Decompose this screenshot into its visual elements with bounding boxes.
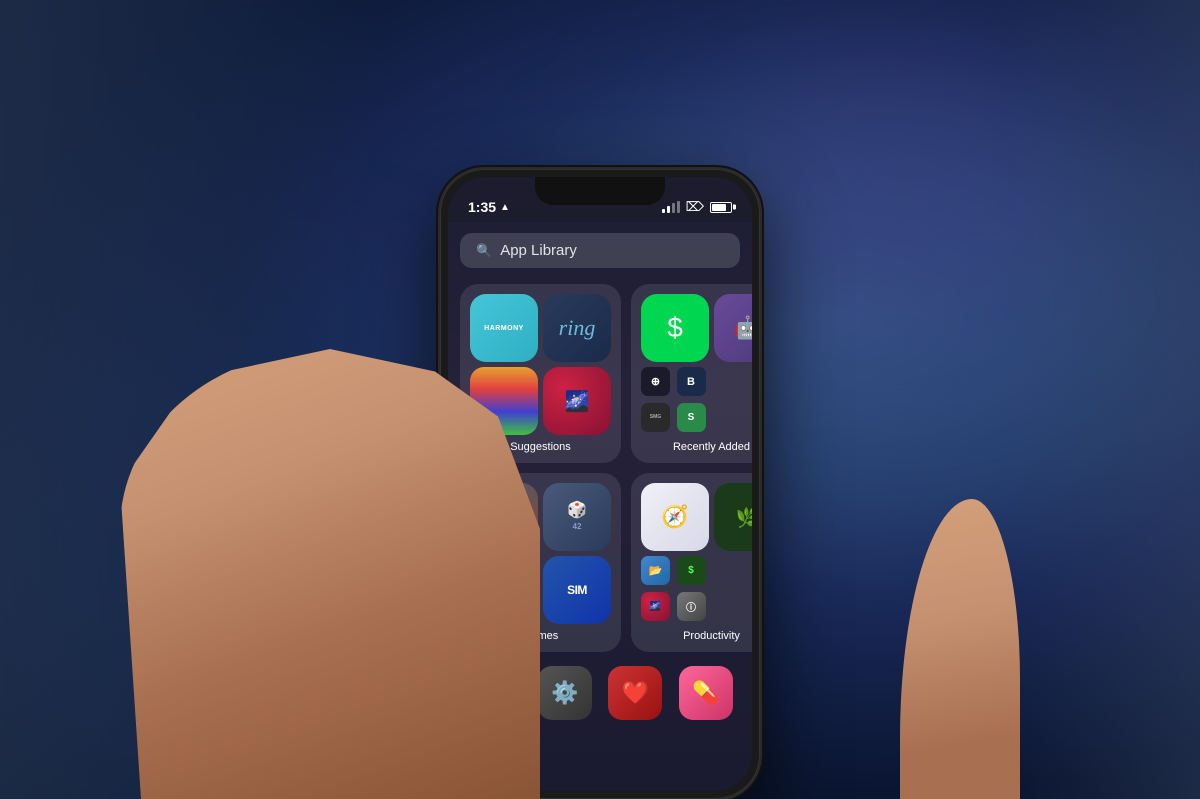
app-harmony[interactable]: HARMONY (470, 294, 538, 362)
notch (535, 177, 665, 205)
search-icon: 🔍 (476, 243, 492, 259)
bottom-app-3[interactable]: ❤️ (608, 666, 662, 720)
app-sims[interactable]: SIM (543, 556, 611, 624)
recently-added-label: Recently Added (641, 435, 752, 453)
app-info[interactable]: ⓘ (677, 592, 706, 621)
recently-added-grid: $ 🤖 ⊕ B SMG S (641, 294, 752, 435)
app-ring[interactable]: ring (543, 294, 611, 362)
app-galaxy-nova[interactable]: 🌌 (543, 367, 611, 435)
app-smg[interactable]: SMG (641, 403, 670, 432)
app-dice[interactable]: 🎲 42 (543, 483, 611, 551)
app-cash[interactable]: $ (641, 294, 709, 362)
app-robinhood[interactable]: 🌿 (714, 483, 752, 551)
signal-icon (662, 201, 680, 213)
app-safari[interactable]: 🧭 (641, 483, 709, 551)
productivity-section: 🧭 🌿 📂 $ 🌌 ⓘ (631, 473, 752, 652)
productivity-grid: 🧭 🌿 📂 $ 🌌 ⓘ (641, 483, 752, 624)
wifi-icon: ⌦ (686, 199, 704, 215)
productivity-label: Productivity (641, 624, 752, 642)
app-files[interactable]: 📂 (641, 556, 670, 585)
location-icon: ▲ (500, 202, 510, 213)
app-dollar-green[interactable]: $ (677, 556, 706, 585)
battery-icon (710, 202, 732, 213)
small-group-1: ⊕ B SMG S (641, 367, 709, 435)
app-robot[interactable]: 🤖 (714, 294, 752, 362)
time-display: 1:35 (468, 199, 496, 215)
search-label: App Library (500, 242, 577, 259)
hand (120, 349, 540, 799)
small-group-productivity: 📂 $ 🌌 ⓘ (641, 556, 709, 624)
app-s-green[interactable]: S (677, 403, 706, 432)
search-bar[interactable]: 🔍 App Library (460, 233, 740, 268)
app-b[interactable]: B (677, 367, 706, 396)
app-zoom[interactable]: ⊕ (641, 367, 670, 396)
recently-added-section: $ 🤖 ⊕ B SMG S (631, 284, 752, 463)
status-time: 1:35 ▲ (468, 199, 510, 215)
status-icons: ⌦ (662, 199, 732, 215)
app-nova-small[interactable]: 🌌 (641, 592, 670, 621)
bottom-app-4[interactable]: 💊 (679, 666, 733, 720)
bottom-app-2[interactable]: ⚙️ (538, 666, 592, 720)
